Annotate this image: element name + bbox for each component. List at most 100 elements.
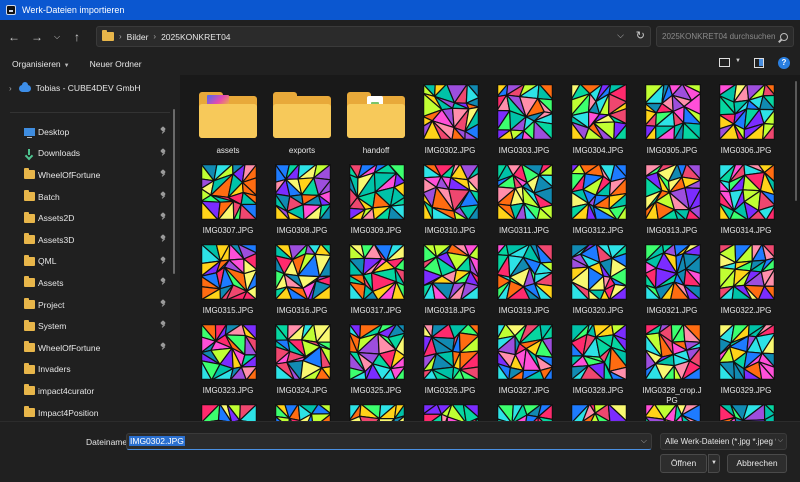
file-item[interactable]: IMG0302.JPG: [413, 79, 487, 159]
file-item[interactable]: IMG0306.JPG: [709, 79, 783, 159]
expand-chevron-icon[interactable]: ›: [9, 84, 12, 93]
refresh-icon[interactable]: ↻: [636, 29, 645, 42]
file-item[interactable]: IMG0312.JPG: [561, 159, 635, 239]
file-item[interactable]: [191, 399, 265, 421]
folder-icon: [273, 92, 331, 138]
file-item[interactable]: IMG0329.JPG: [709, 319, 783, 399]
organize-button[interactable]: Organisieren ▼: [12, 59, 70, 69]
file-item[interactable]: IMG0303.JPG: [487, 79, 561, 159]
file-item[interactable]: IMG0322.JPG: [709, 239, 783, 319]
file-item[interactable]: IMG0308.JPG: [265, 159, 339, 239]
sidebar-item[interactable]: Downloads: [0, 143, 172, 165]
view-options-icon[interactable]: [719, 58, 730, 67]
file-item[interactable]: IMG0321.JPG: [635, 239, 709, 319]
folder-item[interactable]: exports: [265, 79, 339, 159]
breadcrumb-bilder[interactable]: Bilder: [127, 32, 149, 42]
sidebar-item[interactable]: Desktop: [0, 121, 172, 143]
new-folder-button[interactable]: Neuer Ordner: [90, 59, 142, 69]
file-item[interactable]: IMG0320.JPG: [561, 239, 635, 319]
file-item[interactable]: IMG0319.JPG: [487, 239, 561, 319]
file-item[interactable]: IMG0305.JPG: [635, 79, 709, 159]
filename-value[interactable]: IMG0302.JPG: [129, 436, 185, 446]
file-item[interactable]: IMG0310.JPG: [413, 159, 487, 239]
filter-chevron-icon[interactable]: ⌵: [775, 437, 783, 445]
sidebar-item[interactable]: WheelOfFortune: [0, 164, 172, 186]
file-name: IMG0320.JPG: [572, 306, 624, 315]
filename-input[interactable]: IMG0302.JPG ⌵: [126, 433, 652, 450]
file-item[interactable]: IMG0328.JPG: [561, 319, 635, 399]
image-thumbnail: [275, 244, 331, 300]
preview-pane-icon[interactable]: [754, 58, 764, 68]
sidebar-scrollbar[interactable]: [173, 109, 175, 274]
file-item[interactable]: IMG0323.JPG: [191, 319, 265, 399]
file-item[interactable]: IMG0304.JPG: [561, 79, 635, 159]
filename-history-chevron-icon[interactable]: ⌵: [641, 436, 647, 446]
sidebar-item-cloud[interactable]: › Tobias - CUBE4DEV GmbH: [0, 80, 180, 96]
image-thumbnail: [275, 404, 331, 421]
file-name: IMG0314.JPG: [720, 226, 772, 235]
image-thumbnail: [349, 164, 405, 220]
sidebar-item[interactable]: QML: [0, 251, 172, 273]
sidebar-item[interactable]: Assets: [0, 272, 172, 294]
search-input[interactable]: [656, 26, 794, 47]
sidebar-item[interactable]: Assets2D: [0, 207, 172, 229]
back-arrow-icon[interactable]: ←: [5, 28, 23, 46]
file-item[interactable]: IMG0314.JPG: [709, 159, 783, 239]
sidebar-item[interactable]: Batch: [0, 186, 172, 208]
image-thumbnail: [497, 324, 553, 380]
address-history-chevron-icon[interactable]: ⌵: [617, 30, 624, 41]
open-options-caret-icon[interactable]: ▼: [708, 454, 720, 473]
sidebar-item[interactable]: WheelOfFortune: [0, 337, 172, 359]
file-name: IMG0303.JPG: [498, 146, 550, 155]
file-name: assets: [216, 146, 240, 155]
open-button[interactable]: Öffnen: [660, 454, 707, 473]
image-thumbnail: [201, 244, 257, 300]
file-item[interactable]: [709, 399, 783, 421]
file-item[interactable]: IMG0307.JPG: [191, 159, 265, 239]
view-options-caret-icon[interactable]: ▼: [735, 58, 741, 64]
help-icon[interactable]: ?: [778, 57, 790, 69]
image-thumbnail: [497, 84, 553, 140]
pin-icon: [160, 235, 166, 241]
file-item[interactable]: IMG0311.JPG: [487, 159, 561, 239]
file-item[interactable]: [413, 399, 487, 421]
sidebar-item-label: Desktop: [38, 126, 70, 137]
sidebar-item[interactable]: Invaders: [0, 359, 172, 381]
pin-icon: [160, 300, 166, 306]
file-item[interactable]: IMG0313.JPG: [635, 159, 709, 239]
file-item[interactable]: IMG0324.JPG: [265, 319, 339, 399]
file-item[interactable]: IMG0327.JPG: [487, 319, 561, 399]
sidebar-item[interactable]: System: [0, 315, 172, 337]
file-item[interactable]: IMG0328_crop.JPG: [635, 319, 709, 405]
file-item[interactable]: IMG0325.JPG: [339, 319, 413, 399]
folder-item[interactable]: handoff: [339, 79, 413, 159]
file-item[interactable]: IMG0309.JPG: [339, 159, 413, 239]
file-item[interactable]: [265, 399, 339, 421]
breadcrumb-current-folder[interactable]: 2025KONKRET04: [161, 32, 230, 42]
pin-icon: [160, 127, 166, 133]
sidebar-item[interactable]: Project: [0, 294, 172, 316]
recent-locations-chevron-icon[interactable]: ⌵: [51, 28, 63, 46]
address-bar[interactable]: › Bilder › 2025KONKRET04 ⌵ ↻: [96, 26, 651, 47]
file-item[interactable]: [635, 399, 709, 421]
image-thumbnail: [497, 404, 553, 421]
file-item[interactable]: IMG0318.JPG: [413, 239, 487, 319]
file-grid: assets exports handoff IMG0302.JPG IMG0303.J…: [191, 79, 783, 421]
up-arrow-icon[interactable]: ↑: [68, 28, 86, 46]
sidebar-item[interactable]: Assets3D: [0, 229, 172, 251]
file-type-filter[interactable]: Alle Werk-Dateien (*.jpg *.jpeg * ⌵: [660, 433, 787, 450]
file-item[interactable]: IMG0316.JPG: [265, 239, 339, 319]
sidebar-item[interactable]: impact4curator: [0, 380, 172, 402]
folder-item[interactable]: assets: [191, 79, 265, 159]
file-item[interactable]: IMG0317.JPG: [339, 239, 413, 319]
image-thumbnail: [571, 84, 627, 140]
file-item[interactable]: [339, 399, 413, 421]
cancel-button[interactable]: Abbrechen: [727, 454, 787, 473]
file-list-scrollbar[interactable]: [795, 81, 797, 201]
file-item[interactable]: [487, 399, 561, 421]
file-item[interactable]: [561, 399, 635, 421]
file-name: IMG0304.JPG: [572, 146, 624, 155]
forward-arrow-icon[interactable]: →: [28, 28, 46, 46]
file-item[interactable]: IMG0315.JPG: [191, 239, 265, 319]
file-item[interactable]: IMG0326.JPG: [413, 319, 487, 399]
